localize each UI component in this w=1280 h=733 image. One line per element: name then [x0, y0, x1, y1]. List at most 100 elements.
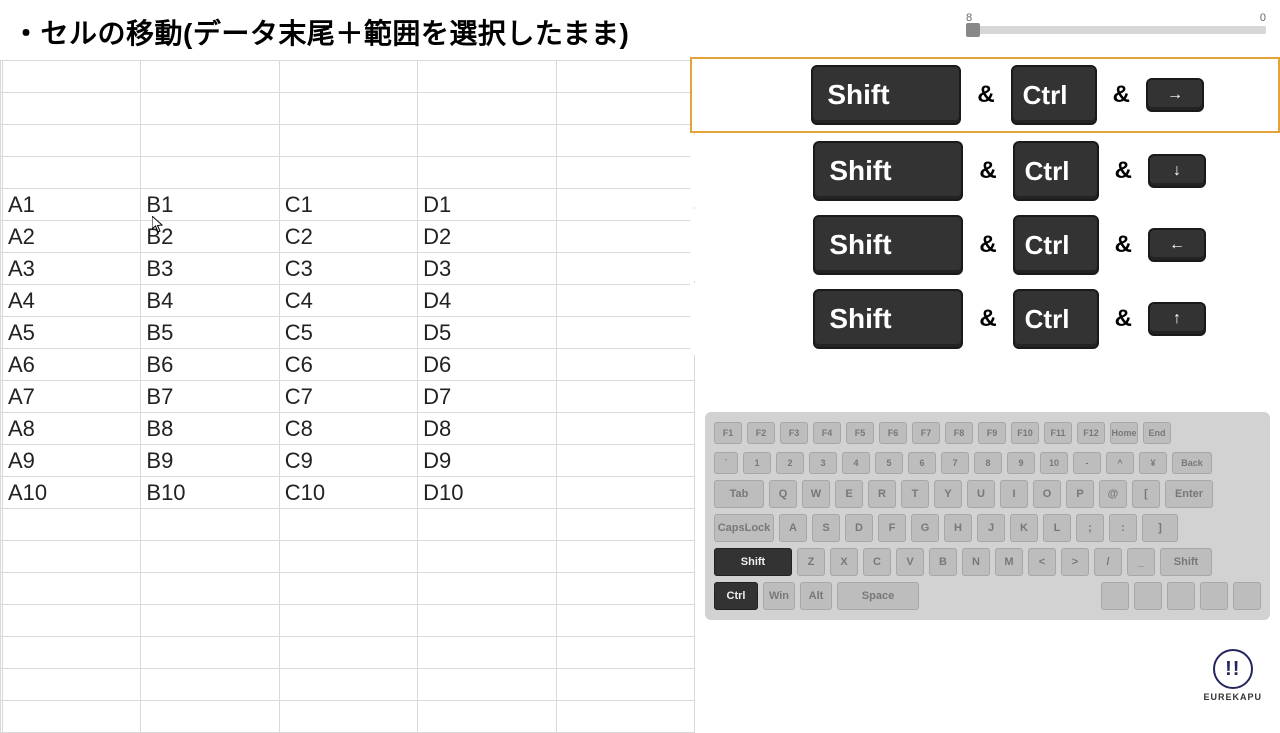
- empty-cell[interactable]: [141, 701, 279, 733]
- cell[interactable]: A9: [3, 445, 141, 477]
- cell[interactable]: B3: [141, 253, 279, 285]
- cell[interactable]: C9: [279, 445, 417, 477]
- cell[interactable]: D9: [418, 445, 556, 477]
- empty-cell[interactable]: [556, 317, 694, 349]
- empty-cell[interactable]: [556, 541, 694, 573]
- empty-cell[interactable]: [141, 157, 279, 189]
- cell[interactable]: A1: [3, 189, 141, 221]
- spreadsheet-grid[interactable]: A1B1C1D1A2B2C2D2A3B3C3D3A4B4C4D4A5B5C5D5…: [0, 60, 695, 720]
- cell[interactable]: D3: [418, 253, 556, 285]
- empty-cell[interactable]: [279, 669, 417, 701]
- cell[interactable]: D2: [418, 221, 556, 253]
- empty-cell[interactable]: [556, 669, 694, 701]
- cell[interactable]: C7: [279, 381, 417, 413]
- empty-cell[interactable]: [418, 573, 556, 605]
- empty-cell[interactable]: [418, 541, 556, 573]
- cell[interactable]: A6: [3, 349, 141, 381]
- empty-cell[interactable]: [279, 509, 417, 541]
- empty-cell[interactable]: [556, 381, 694, 413]
- empty-cell[interactable]: [3, 509, 141, 541]
- empty-cell[interactable]: [556, 125, 694, 157]
- empty-cell[interactable]: [3, 701, 141, 733]
- empty-cell[interactable]: [418, 125, 556, 157]
- cell[interactable]: B9: [141, 445, 279, 477]
- empty-cell[interactable]: [141, 669, 279, 701]
- empty-cell[interactable]: [3, 669, 141, 701]
- cell[interactable]: B1: [141, 189, 279, 221]
- cell[interactable]: C3: [279, 253, 417, 285]
- empty-cell[interactable]: [418, 605, 556, 637]
- cell[interactable]: D6: [418, 349, 556, 381]
- empty-cell[interactable]: [556, 637, 694, 669]
- empty-cell[interactable]: [279, 701, 417, 733]
- cell[interactable]: C5: [279, 317, 417, 349]
- empty-cell[interactable]: [556, 253, 694, 285]
- cell[interactable]: D8: [418, 413, 556, 445]
- empty-cell[interactable]: [556, 445, 694, 477]
- empty-cell[interactable]: [418, 669, 556, 701]
- empty-cell[interactable]: [556, 509, 694, 541]
- cell[interactable]: B5: [141, 317, 279, 349]
- empty-cell[interactable]: [279, 637, 417, 669]
- cell[interactable]: B4: [141, 285, 279, 317]
- cell[interactable]: D7: [418, 381, 556, 413]
- empty-cell[interactable]: [418, 637, 556, 669]
- empty-cell[interactable]: [279, 605, 417, 637]
- empty-cell[interactable]: [141, 573, 279, 605]
- empty-cell[interactable]: [141, 541, 279, 573]
- empty-cell[interactable]: [418, 701, 556, 733]
- empty-cell[interactable]: [141, 61, 279, 93]
- progress-slider[interactable]: 8 0: [966, 12, 1266, 34]
- empty-cell[interactable]: [3, 93, 141, 125]
- empty-cell[interactable]: [418, 509, 556, 541]
- empty-cell[interactable]: [556, 413, 694, 445]
- empty-cell[interactable]: [3, 125, 141, 157]
- cell[interactable]: A7: [3, 381, 141, 413]
- cell[interactable]: D4: [418, 285, 556, 317]
- empty-cell[interactable]: [279, 61, 417, 93]
- empty-cell[interactable]: [3, 541, 141, 573]
- cell[interactable]: B10: [141, 477, 279, 509]
- empty-cell[interactable]: [279, 93, 417, 125]
- cell[interactable]: C2: [279, 221, 417, 253]
- cell[interactable]: C8: [279, 413, 417, 445]
- cell[interactable]: B6: [141, 349, 279, 381]
- cell[interactable]: C1: [279, 189, 417, 221]
- cell[interactable]: A4: [3, 285, 141, 317]
- empty-cell[interactable]: [418, 157, 556, 189]
- cell[interactable]: C10: [279, 477, 417, 509]
- empty-cell[interactable]: [3, 605, 141, 637]
- cell[interactable]: A3: [3, 253, 141, 285]
- cell[interactable]: D10: [418, 477, 556, 509]
- empty-cell[interactable]: [279, 541, 417, 573]
- empty-cell[interactable]: [556, 61, 694, 93]
- cell[interactable]: D1: [418, 189, 556, 221]
- empty-cell[interactable]: [3, 573, 141, 605]
- empty-cell[interactable]: [141, 125, 279, 157]
- cell[interactable]: A10: [3, 477, 141, 509]
- cell[interactable]: C4: [279, 285, 417, 317]
- empty-cell[interactable]: [141, 605, 279, 637]
- empty-cell[interactable]: [556, 701, 694, 733]
- empty-cell[interactable]: [418, 93, 556, 125]
- empty-cell[interactable]: [141, 637, 279, 669]
- empty-cell[interactable]: [3, 637, 141, 669]
- cell[interactable]: B2: [141, 221, 279, 253]
- cell[interactable]: B8: [141, 413, 279, 445]
- empty-cell[interactable]: [556, 605, 694, 637]
- empty-cell[interactable]: [3, 61, 141, 93]
- empty-cell[interactable]: [141, 509, 279, 541]
- empty-cell[interactable]: [556, 285, 694, 317]
- empty-cell[interactable]: [556, 349, 694, 381]
- empty-cell[interactable]: [3, 157, 141, 189]
- cell[interactable]: A5: [3, 317, 141, 349]
- empty-cell[interactable]: [279, 157, 417, 189]
- empty-cell[interactable]: [556, 477, 694, 509]
- empty-cell[interactable]: [556, 189, 694, 221]
- empty-cell[interactable]: [141, 93, 279, 125]
- cell[interactable]: B7: [141, 381, 279, 413]
- empty-cell[interactable]: [556, 157, 694, 189]
- empty-cell[interactable]: [279, 125, 417, 157]
- empty-cell[interactable]: [279, 573, 417, 605]
- cell[interactable]: A2: [3, 221, 141, 253]
